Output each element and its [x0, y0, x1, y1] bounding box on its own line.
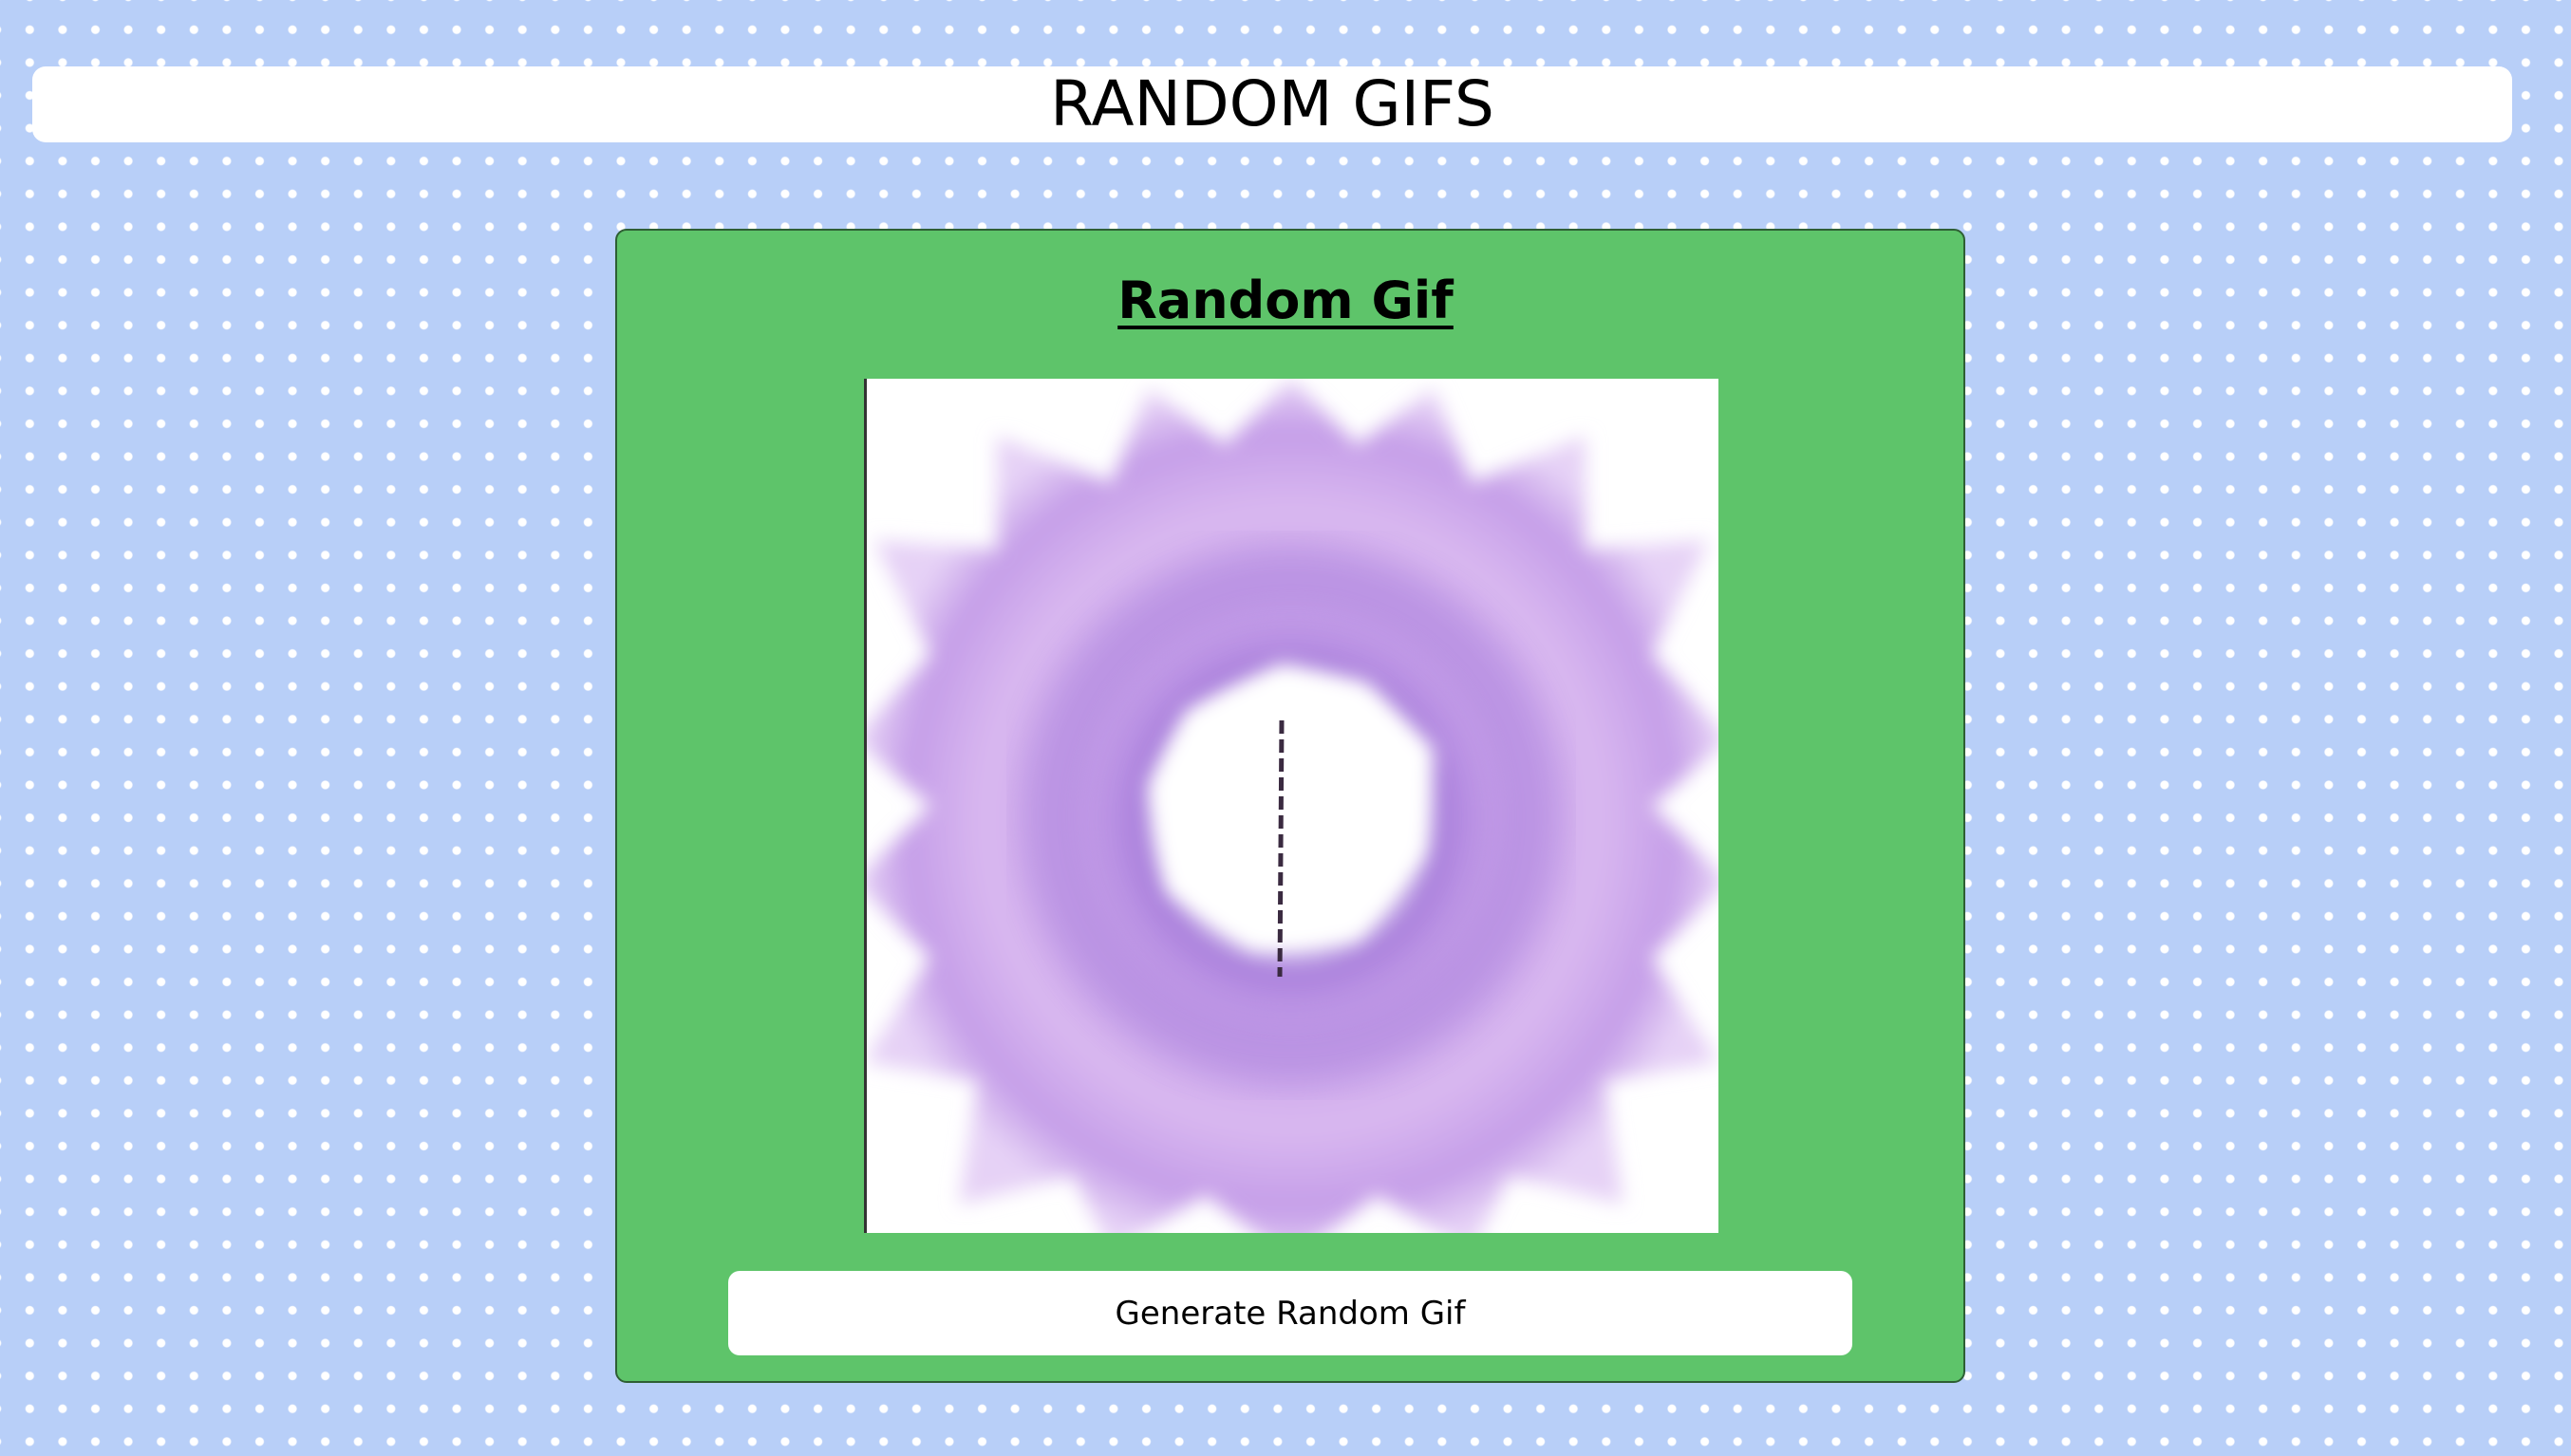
- card-title: Random Gif: [1117, 271, 1454, 330]
- random-gif-image: [864, 379, 1718, 1233]
- header-bar: RANDOM GIFS: [32, 66, 2512, 142]
- purple-flower-gif-icon: [864, 379, 1718, 1233]
- page-title: RANDOM GIFS: [1050, 67, 1494, 140]
- generate-random-gif-button[interactable]: Generate Random Gif: [728, 1271, 1852, 1355]
